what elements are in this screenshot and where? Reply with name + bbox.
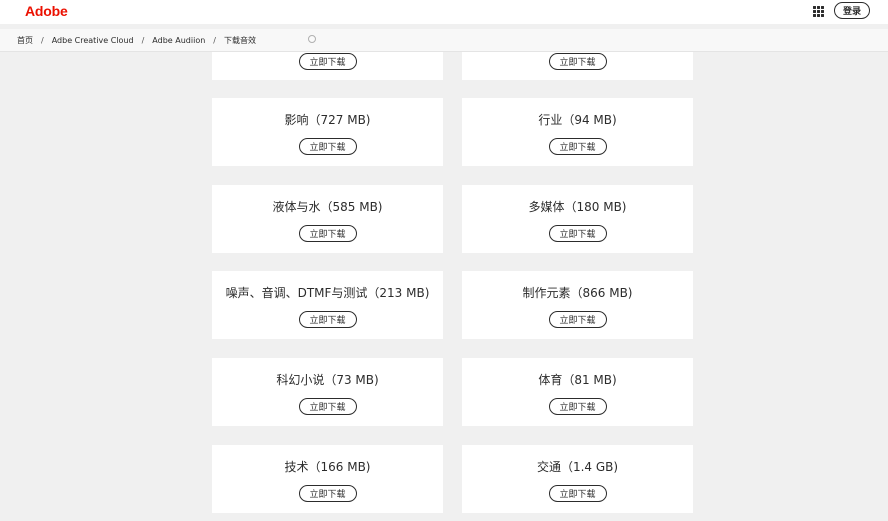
sound-pack-title: 制作元素（866 MB) <box>522 286 633 300</box>
sound-pack-title: 多媒体（180 MB) <box>528 200 627 214</box>
sound-pack-card: 制作元素（866 MB) 立即下载 <box>462 271 693 339</box>
download-button[interactable]: 立即下载 <box>298 311 357 328</box>
sound-pack-title: 技术（166 MB) <box>284 460 371 474</box>
sound-pack-card: 科幻小说（73 MB) 立即下载 <box>212 358 443 426</box>
breadcrumb-separator: / <box>213 36 216 45</box>
breadcrumb: 首页 / Adbe Creative Cloud / Adbe Audiion … <box>17 35 256 46</box>
breadcrumb-current: 下载音效 <box>223 36 256 45</box>
sound-pack-card: 技术（166 MB) 立即下载 <box>212 445 443 513</box>
top-nav: Adobe 登录 <box>0 0 888 24</box>
adobe-logo[interactable]: Adobe <box>25 3 68 19</box>
download-button[interactable]: 立即下载 <box>298 53 357 70</box>
sound-pack-title: 液体与水（585 MB) <box>272 200 383 214</box>
app-switcher-grid-icon[interactable] <box>813 6 824 17</box>
download-button[interactable]: 立即下载 <box>548 138 607 155</box>
sound-pack-card: 立即下载 <box>212 52 443 80</box>
sound-pack-title: 科幻小说（73 MB) <box>276 373 379 387</box>
download-button[interactable]: 立即下载 <box>298 398 357 415</box>
sound-pack-title: 噪声、音调、DTMF与测试（213 MB) <box>225 286 430 300</box>
download-button[interactable]: 立即下载 <box>548 53 607 70</box>
breadcrumb-separator: / <box>141 36 145 45</box>
sign-in-button[interactable]: 登录 <box>834 2 870 19</box>
download-button[interactable]: 立即下载 <box>548 398 607 415</box>
sound-pack-title: 体育（81 MB) <box>538 373 617 387</box>
status-dot-icon <box>308 35 316 43</box>
sound-pack-card: 立即下载 <box>462 52 693 80</box>
sound-pack-card: 影响（727 MB) 立即下载 <box>212 98 443 166</box>
sound-pack-card: 噪声、音调、DTMF与测试（213 MB) 立即下载 <box>212 271 443 339</box>
breadcrumb-creative-cloud[interactable]: Adbe Creative Cloud <box>52 36 134 45</box>
download-button[interactable]: 立即下载 <box>548 311 607 328</box>
sound-pack-card: 交通（1.4 GB) 立即下载 <box>462 445 693 513</box>
sound-pack-card: 液体与水（585 MB) 立即下载 <box>212 185 443 253</box>
sound-pack-title: 影响（727 MB) <box>284 113 371 127</box>
sound-pack-title: 行业（94 MB) <box>538 113 617 127</box>
sound-pack-card: 行业（94 MB) 立即下载 <box>462 98 693 166</box>
breadcrumb-separator: / <box>41 36 44 45</box>
download-button[interactable]: 立即下载 <box>548 485 607 502</box>
download-button[interactable]: 立即下载 <box>298 485 357 502</box>
breadcrumb-bar: 首页 / Adbe Creative Cloud / Adbe Audiion … <box>0 29 888 52</box>
download-button[interactable]: 立即下载 <box>298 138 357 155</box>
breadcrumb-audition[interactable]: Adbe Audiion <box>152 36 205 45</box>
download-button[interactable]: 立即下载 <box>298 225 357 242</box>
sound-pack-card: 体育（81 MB) 立即下载 <box>462 358 693 426</box>
sound-pack-title: 交通（1.4 GB) <box>536 460 619 474</box>
breadcrumb-home[interactable]: 首页 <box>17 35 33 46</box>
sound-pack-card: 多媒体（180 MB) 立即下载 <box>462 185 693 253</box>
download-button[interactable]: 立即下载 <box>548 225 607 242</box>
